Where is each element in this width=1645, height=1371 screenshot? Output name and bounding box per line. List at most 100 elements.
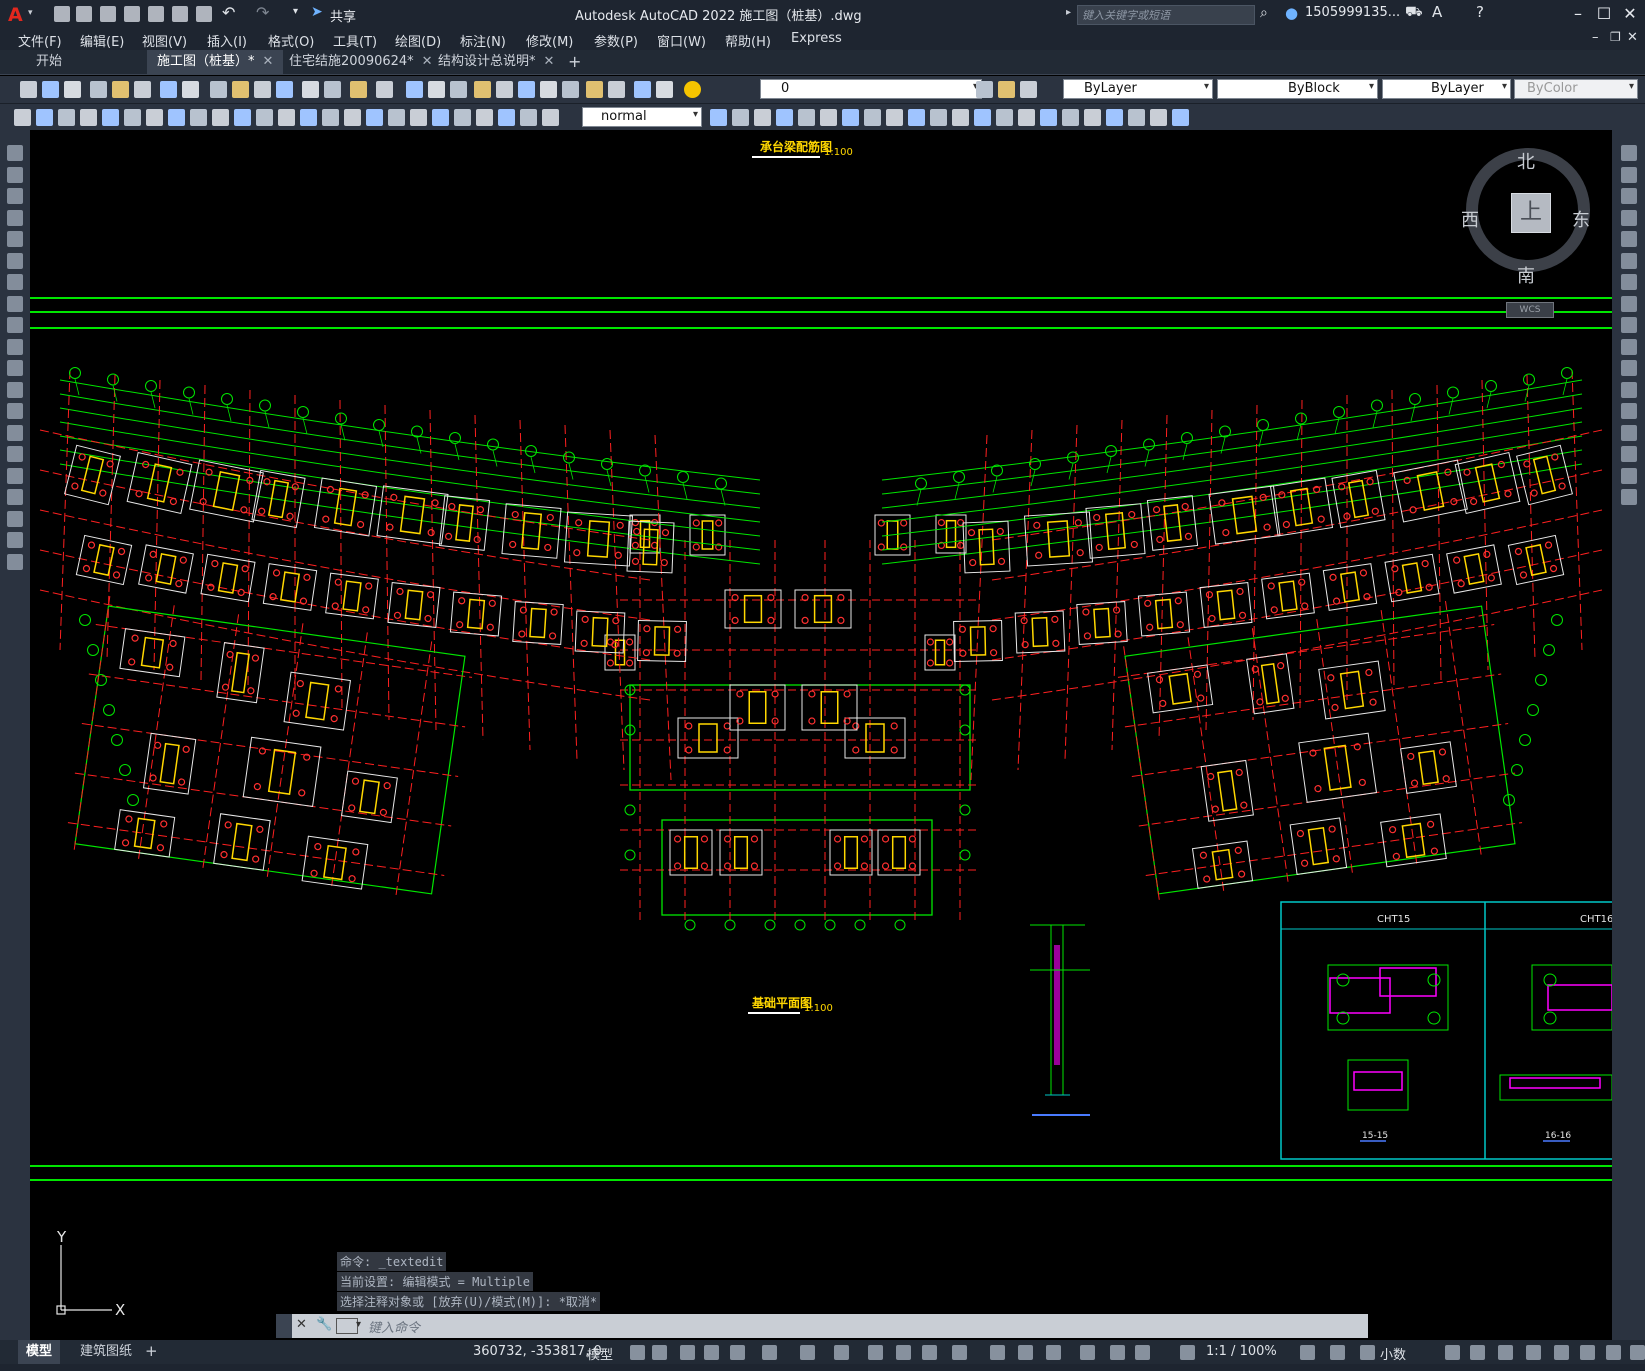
draw-tool-icon[interactable]: [7, 424, 23, 441]
toolbar-tool-icon[interactable]: [276, 81, 293, 98]
toolbar-tool-icon[interactable]: [90, 81, 107, 98]
toolbar-tool-icon[interactable]: [432, 109, 449, 126]
status-toggle-icon[interactable]: [1498, 1345, 1513, 1360]
status-toggle-icon[interactable]: [1110, 1345, 1125, 1360]
toolbar-tool-icon[interactable]: [428, 81, 445, 98]
toolbar-tool-icon[interactable]: [102, 109, 119, 126]
toolbar-tool-icon[interactable]: [996, 109, 1013, 126]
toolbar-tool-icon[interactable]: [1062, 109, 1079, 126]
save-web-icon[interactable]: [172, 6, 188, 22]
status-toggle-icon[interactable]: [1630, 1345, 1645, 1360]
layer-dropdown[interactable]: 0▾: [760, 79, 982, 99]
toolbar-tool-icon[interactable]: [234, 109, 251, 126]
minimize-icon[interactable]: –: [1567, 3, 1589, 25]
toolbar-tool-icon[interactable]: [496, 81, 513, 98]
toolbar-tool-icon[interactable]: [1084, 109, 1101, 126]
toolbar-tool-icon[interactable]: [64, 81, 81, 98]
modify-tool-icon[interactable]: [1621, 295, 1637, 312]
menu-express[interactable]: Express: [791, 31, 842, 46]
toolbar-tool-icon[interactable]: [256, 109, 273, 126]
draw-tool-icon[interactable]: [7, 188, 23, 204]
search-icon[interactable]: ⌕: [1260, 5, 1268, 21]
compass-east[interactable]: 东: [1572, 206, 1590, 232]
modify-tool-icon[interactable]: [1621, 145, 1637, 161]
drawing-canvas[interactable]: 承台梁配筋图 1:100 基础平面图 1:100 CHT15 CHT16 15-…: [30, 130, 1612, 1340]
draw-tool-icon[interactable]: [7, 553, 23, 570]
modify-tool-icon[interactable]: [1621, 231, 1637, 247]
layer-on-icon[interactable]: [684, 81, 701, 98]
autodesk-a360-icon[interactable]: A: [1432, 3, 1442, 21]
status-toggle-icon[interactable]: [800, 1345, 815, 1360]
modify-tool-icon[interactable]: [1621, 188, 1637, 204]
modify-tool-icon[interactable]: [1621, 446, 1637, 462]
toolbar-tool-icon[interactable]: [710, 109, 727, 126]
color-dropdown[interactable]: ByLayer ▾: [1063, 79, 1213, 99]
lineweight-dropdown[interactable]: ByLayer ▾: [1382, 79, 1511, 99]
toolbar-tool-icon[interactable]: [302, 81, 319, 98]
toolbar-tool-icon[interactable]: [1040, 109, 1057, 126]
toolbar-tool-icon[interactable]: [976, 81, 993, 98]
draw-tool-icon[interactable]: [7, 295, 23, 312]
toolbar-tool-icon[interactable]: [542, 109, 559, 126]
toolbar-tool-icon[interactable]: [146, 109, 163, 126]
chevron-down-icon[interactable]: ▾: [356, 1319, 361, 1330]
menu-draw[interactable]: 绘图(D): [395, 31, 441, 50]
annotation-scale[interactable]: 1:1 / 100%: [1206, 1344, 1277, 1359]
status-toggle-icon[interactable]: [1300, 1345, 1315, 1360]
status-toggle-icon[interactable]: [952, 1345, 967, 1360]
toolbar-tool-icon[interactable]: [58, 109, 75, 126]
status-toggle-icon[interactable]: [896, 1345, 911, 1360]
draw-tool-icon[interactable]: [7, 403, 23, 419]
draw-tool-icon[interactable]: [7, 360, 23, 376]
undo-icon[interactable]: ↶: [222, 3, 235, 22]
status-toggle-icon[interactable]: [1606, 1345, 1621, 1360]
toolbar-tool-icon[interactable]: [886, 109, 903, 126]
toolbar-tool-icon[interactable]: [754, 109, 771, 126]
toolbar-tool-icon[interactable]: [20, 81, 37, 98]
draw-tool-icon[interactable]: [7, 489, 23, 505]
toolbar-tool-icon[interactable]: [168, 109, 185, 126]
status-toggle-icon[interactable]: [762, 1345, 777, 1360]
toolbar-tool-icon[interactable]: [864, 109, 881, 126]
redo-icon[interactable]: ↷: [256, 3, 269, 22]
new-tab-icon[interactable]: +: [568, 52, 581, 71]
cart-icon[interactable]: ⛟: [1405, 4, 1423, 22]
toolbar-tool-icon[interactable]: [498, 109, 515, 126]
expand-search-icon[interactable]: ▸: [1066, 7, 1071, 18]
toolbar-tool-icon[interactable]: [36, 109, 53, 126]
toolbar-tool-icon[interactable]: [518, 81, 535, 98]
toolbar-tool-icon[interactable]: [562, 81, 579, 98]
toolbar-tool-icon[interactable]: [160, 81, 177, 98]
status-toggle-icon[interactable]: [1470, 1345, 1485, 1360]
model-space-toggle[interactable]: 模型: [587, 1344, 613, 1363]
toolbar-tool-icon[interactable]: [930, 109, 947, 126]
menu-modify[interactable]: 修改(M): [526, 31, 573, 50]
toolbar-tool-icon[interactable]: [410, 109, 427, 126]
open-web-icon[interactable]: [148, 6, 164, 22]
toolbar-tool-icon[interactable]: [474, 81, 491, 98]
status-toggle-icon[interactable]: [990, 1345, 1005, 1360]
toolbar-tool-icon[interactable]: [1018, 109, 1035, 126]
plotstyle-dropdown[interactable]: ByColor ▾: [1514, 79, 1638, 99]
status-toggle-icon[interactable]: [704, 1345, 719, 1360]
tab-model[interactable]: 模型: [18, 1340, 61, 1364]
status-toggle-icon[interactable]: [1080, 1345, 1095, 1360]
save-icon[interactable]: [100, 6, 116, 22]
toolbar-tool-icon[interactable]: [998, 81, 1015, 98]
toolbar-tool-icon[interactable]: [842, 109, 859, 126]
tab-shigongtu[interactable]: 施工图（桩基）* ✕: [147, 50, 284, 74]
toolbar-tool-icon[interactable]: [344, 109, 361, 126]
dimstyle-dropdown[interactable]: normal ▾: [582, 107, 702, 127]
tab-jiegou[interactable]: 结构设计总说明* ✕: [428, 50, 564, 74]
modify-tool-icon[interactable]: [1621, 209, 1637, 226]
draw-tool-icon[interactable]: [7, 446, 23, 462]
toolbar-tool-icon[interactable]: [586, 81, 603, 98]
toolbar-tool-icon[interactable]: [608, 81, 625, 98]
modify-tool-icon[interactable]: [1621, 166, 1637, 183]
tab-layout[interactable]: 建筑图纸: [72, 1340, 140, 1364]
help-icon[interactable]: ?: [1476, 3, 1484, 21]
toolbar-tool-icon[interactable]: [454, 109, 471, 126]
save-as-icon[interactable]: [124, 6, 140, 22]
close-command-icon[interactable]: ✕: [296, 1317, 307, 1332]
status-toggle-icon[interactable]: [630, 1345, 645, 1360]
